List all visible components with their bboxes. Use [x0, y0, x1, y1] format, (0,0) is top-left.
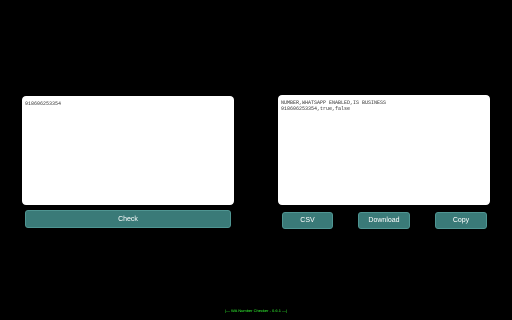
numbers-input[interactable]: 918606253354 — [22, 96, 234, 205]
results-output[interactable]: NUMBER,WHATSAPP ENABLED,IS BUSINESS 9186… — [278, 95, 490, 205]
check-button[interactable]: Check — [25, 210, 231, 228]
app-window: 918606253354 NUMBER,WHATSAPP ENABLED,IS … — [0, 0, 512, 320]
copy-button[interactable]: Copy — [435, 212, 487, 229]
download-button[interactable]: Download — [358, 212, 410, 229]
version-footer: |— WA Number Checker - 0.6.1 —| — [224, 308, 288, 313]
csv-button[interactable]: CSV — [282, 212, 333, 229]
